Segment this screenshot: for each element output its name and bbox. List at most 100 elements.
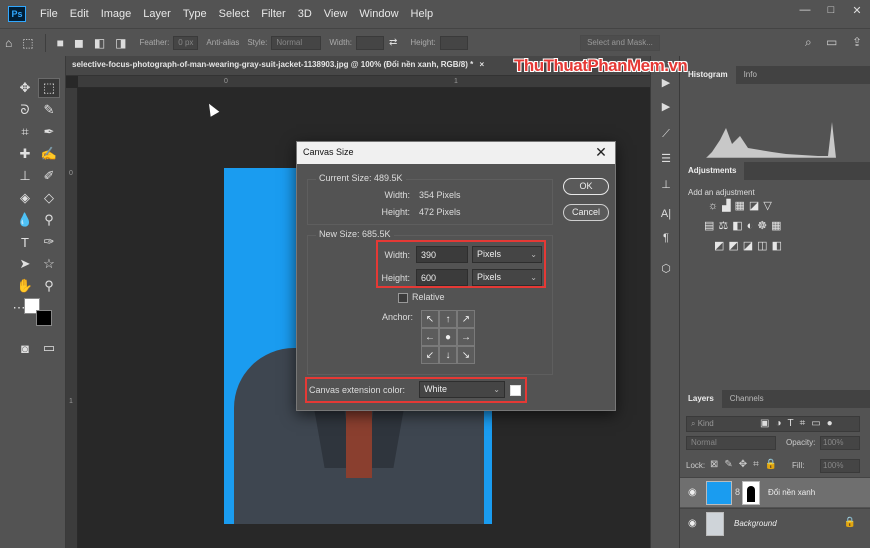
play-icon[interactable]: ▶	[658, 100, 674, 116]
menu-help[interactable]: Help	[405, 0, 440, 28]
paragraph-icon[interactable]: ¶	[658, 232, 674, 248]
pen-tool-icon[interactable]: ✑	[38, 232, 60, 252]
new-selection-icon[interactable]: ■	[57, 36, 64, 50]
add-selection-icon[interactable]: ◼	[74, 36, 84, 50]
workspace-icon[interactable]: ▭	[826, 35, 837, 49]
anchor-top-right[interactable]: ↗	[457, 310, 475, 328]
marquee-tool-icon[interactable]: ⬚	[38, 78, 60, 98]
menu-window[interactable]: Window	[353, 0, 404, 28]
tab-adjustments[interactable]: Adjustments	[680, 162, 745, 180]
cancel-button[interactable]: Cancel	[563, 204, 609, 221]
intersect-selection-icon[interactable]: ◨	[115, 36, 126, 50]
history-brush-tool-icon[interactable]: ✐	[38, 166, 60, 186]
bucket-tool-icon[interactable]: ◇	[38, 188, 60, 208]
anchor-left[interactable]: ←	[421, 328, 439, 346]
tab-channels[interactable]: Channels	[722, 390, 772, 408]
menu-image[interactable]: Image	[95, 0, 138, 28]
dodge-tool-icon[interactable]: ⚲	[38, 210, 60, 230]
share-icon[interactable]: ⇪	[852, 35, 862, 49]
type-tool-icon[interactable]: T	[14, 232, 36, 252]
adjustment-icons-row-2[interactable]: ▤⚖◧◐☸▦	[704, 219, 786, 232]
width-input[interactable]	[356, 35, 385, 50]
blur-tool-icon[interactable]: 💧	[14, 210, 36, 230]
history-icon[interactable]: ▶	[658, 76, 674, 92]
menu-edit[interactable]: Edit	[64, 0, 95, 28]
home-icon[interactable]: ⌂	[5, 36, 12, 50]
relative-checkbox[interactable]	[398, 293, 408, 303]
lasso-tool-icon[interactable]: ᘐ	[14, 100, 36, 120]
anchor-bottom-left[interactable]: ↙	[421, 346, 439, 364]
tab-close-icon[interactable]: ×	[479, 60, 484, 69]
height-unit-select[interactable]: Pixels ⌄	[472, 269, 542, 286]
crop-tool-icon[interactable]: ⌗	[14, 122, 36, 142]
quick-mask-icon[interactable]: ◙	[14, 338, 36, 358]
height-input[interactable]	[439, 35, 468, 50]
width-input[interactable]	[416, 246, 468, 263]
close-window-button[interactable]: ✕	[844, 0, 870, 20]
ext-color-select[interactable]: White ⌄	[419, 381, 505, 398]
anchor-top-left[interactable]: ↖	[421, 310, 439, 328]
menu-file[interactable]: File	[34, 0, 64, 28]
eye-icon[interactable]: ◉	[688, 487, 697, 498]
menu-layer[interactable]: Layer	[137, 0, 177, 28]
minimize-button[interactable]: —	[792, 0, 818, 20]
eraser-tool-icon[interactable]: ◈	[14, 188, 36, 208]
anchor-bottom[interactable]: ↓	[439, 346, 457, 364]
style-select[interactable]: Normal	[271, 35, 322, 50]
menu-select[interactable]: Select	[213, 0, 256, 28]
brush-tool-icon[interactable]: ✍	[38, 144, 60, 164]
path-select-tool-icon[interactable]: ➤	[14, 254, 36, 274]
ext-color-swatch[interactable]	[510, 385, 521, 396]
properties-icon[interactable]: ☰	[658, 152, 674, 168]
layer-name[interactable]: Đổi nền xanh	[768, 488, 815, 497]
brush-settings-icon[interactable]: ⟋	[658, 128, 674, 144]
relative-label[interactable]: Relative	[412, 292, 445, 302]
layer-name[interactable]: Background	[734, 519, 777, 528]
tab-layers[interactable]: Layers	[680, 390, 722, 408]
quick-select-tool-icon[interactable]: ✎	[38, 100, 60, 120]
stamp-tool-icon[interactable]: ⊥	[14, 166, 36, 186]
eye-icon[interactable]: ◉	[688, 518, 697, 529]
adjustment-icons-row-1[interactable]: ☼▟▦◪▽	[708, 199, 776, 212]
subtract-selection-icon[interactable]: ◧	[94, 36, 105, 50]
more-tools-icon[interactable]: ⋯	[13, 298, 26, 318]
eyedropper-tool-icon[interactable]: ✒	[38, 122, 60, 142]
menu-type[interactable]: Type	[177, 0, 213, 28]
lock-options-icons[interactable]: ⊠✎✥⌗🔒	[710, 459, 783, 470]
ok-button[interactable]: OK	[563, 178, 609, 195]
dialog-close-icon[interactable]: ✕	[593, 144, 609, 160]
select-and-mask-button[interactable]: Select and Mask...	[580, 35, 660, 51]
antialias-label[interactable]: Anti-alias	[206, 38, 239, 47]
shape-tool-icon[interactable]: ☆	[38, 254, 60, 274]
swap-icon[interactable]: ⇄	[389, 37, 397, 48]
move-tool-icon[interactable]: ✥	[14, 78, 36, 98]
3d-icon[interactable]: ⬡	[658, 262, 674, 278]
menu-filter[interactable]: Filter	[255, 0, 291, 28]
clone-source-icon[interactable]: ⊥	[658, 178, 674, 194]
width-unit-select[interactable]: Pixels ⌄	[472, 246, 542, 263]
background-color-swatch[interactable]	[36, 310, 52, 326]
blend-mode-select[interactable]: Normal	[686, 436, 776, 450]
layer-row[interactable]: ◉ Background 🔒	[680, 508, 870, 538]
zoom-tool-icon[interactable]: ⚲	[38, 276, 60, 296]
character-icon[interactable]: A|	[658, 208, 674, 224]
maximize-button[interactable]: □	[818, 0, 844, 20]
anchor-center[interactable]: ●	[439, 328, 457, 346]
healing-tool-icon[interactable]: ✚	[14, 144, 36, 164]
height-input[interactable]	[416, 269, 468, 286]
feather-input[interactable]: 0 px	[173, 35, 199, 50]
anchor-right[interactable]: →	[457, 328, 475, 346]
layer-row[interactable]: ◉ 8 Đổi nền xanh	[680, 477, 870, 507]
hand-tool-icon[interactable]: ✋	[14, 276, 36, 296]
anchor-bottom-right[interactable]: ↘	[457, 346, 475, 364]
search-icon[interactable]: ⌕	[805, 35, 812, 50]
fill-input[interactable]: 100%	[820, 459, 860, 473]
screen-mode-icon[interactable]: ▭	[38, 338, 60, 358]
layer-mask-thumbnail[interactable]	[742, 481, 760, 505]
adjustment-icons-row-3[interactable]: ◩◩◪◫◧	[714, 239, 786, 252]
anchor-top[interactable]: ↑	[439, 310, 457, 328]
opacity-input[interactable]: 100%	[820, 436, 860, 450]
menu-view[interactable]: View	[318, 0, 354, 28]
menu-3d[interactable]: 3D	[292, 0, 318, 28]
layer-filter-icons[interactable]: ▣◑T⌗▭●	[760, 418, 839, 429]
